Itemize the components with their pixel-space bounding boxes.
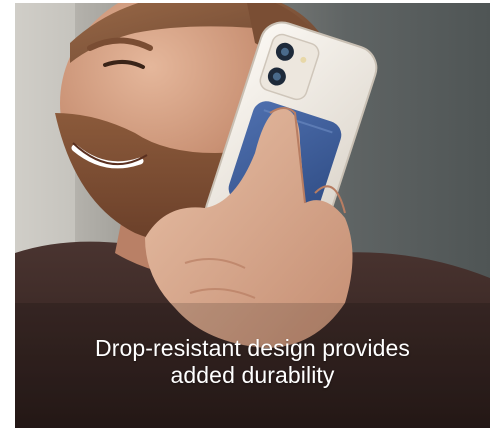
product-image-card: Drop-resistant design provides added dur… (15, 3, 490, 428)
caption-line-1: Drop-resistant design provides (95, 335, 410, 361)
caption-line-2: added durability (170, 362, 335, 388)
image-caption: Drop-resistant design provides added dur… (15, 335, 490, 389)
